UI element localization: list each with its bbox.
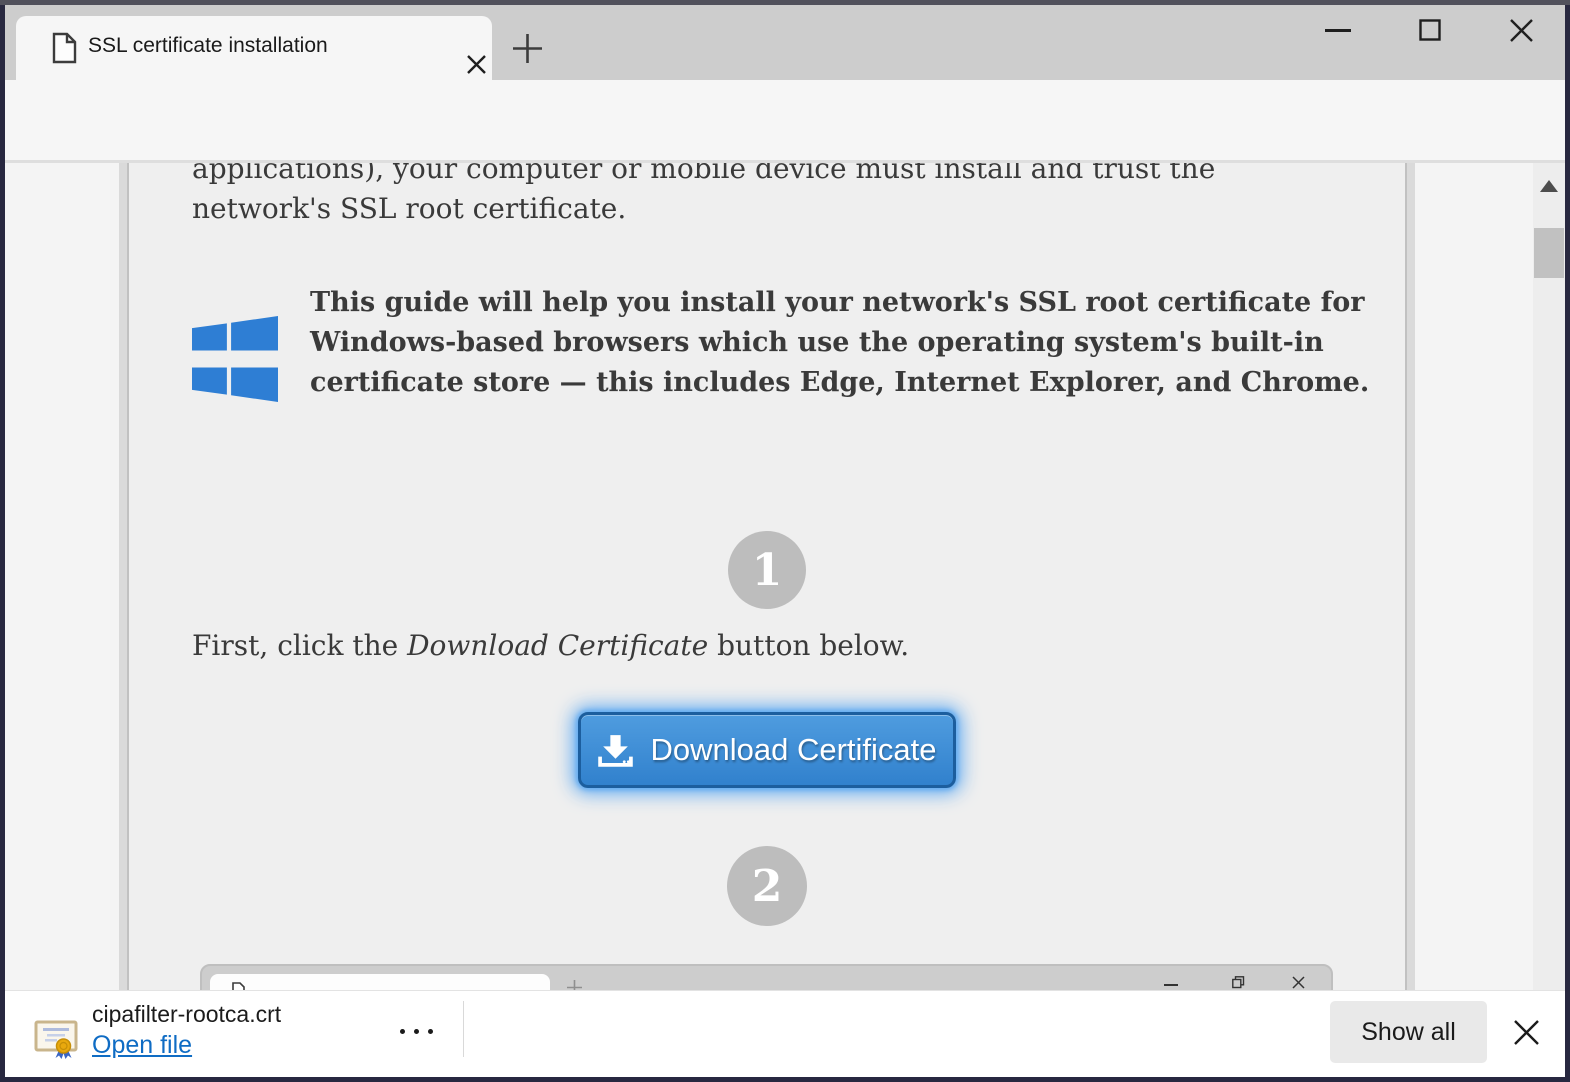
certificate-file-icon xyxy=(33,1014,79,1060)
maximize-icon[interactable] xyxy=(1419,19,1441,41)
minimize-icon[interactable] xyxy=(1325,29,1351,32)
download-more-icon[interactable] xyxy=(400,1029,433,1034)
tab-close-icon[interactable] xyxy=(466,54,487,75)
scroll-up-icon[interactable] xyxy=(1540,180,1558,192)
windows-logo xyxy=(192,316,278,402)
page-icon xyxy=(52,32,77,64)
restore-icon xyxy=(1232,976,1245,989)
show-all-button[interactable]: Show all xyxy=(1330,1001,1487,1063)
browser-window: SSL certificate installation xyxy=(0,0,1570,1082)
page-icon xyxy=(232,982,245,990)
toolbar: https://portal.cipafilter.com/ssl/window… xyxy=(0,80,1570,160)
guide-paragraph: This guide will help you install your ne… xyxy=(310,283,1390,403)
new-tab-icon[interactable] xyxy=(511,32,544,65)
download-filename: cipafilter-rootca.crt xyxy=(92,1001,281,1028)
step-1-emphasis: Download Certificate xyxy=(407,629,708,662)
window-close-icon[interactable] xyxy=(1509,18,1534,43)
tab-title: SSL certificate installation xyxy=(88,34,328,58)
step-2-badge: 2 xyxy=(727,846,807,926)
scrollbar-thumb[interactable] xyxy=(1534,228,1564,278)
intro-paragraph: applications), your computer or mobile d… xyxy=(192,163,1272,229)
new-tab-icon xyxy=(567,980,582,990)
content-edge-left xyxy=(119,163,127,990)
shelf-divider xyxy=(463,1001,464,1057)
minimize-icon xyxy=(1164,984,1178,986)
step-1-instruction: First, click the Download Certificate bu… xyxy=(192,626,1292,666)
embedded-screenshot-tab xyxy=(210,974,550,990)
step-2-number: 2 xyxy=(752,861,783,912)
step-1-badge: 1 xyxy=(728,531,806,609)
open-file-link[interactable]: Open file xyxy=(92,1031,192,1060)
browser-tab[interactable]: SSL certificate installation xyxy=(16,16,492,80)
tab-bar: SSL certificate installation xyxy=(0,0,1570,80)
close-icon xyxy=(1292,976,1305,989)
download-certificate-button[interactable]: Download Certificate xyxy=(578,712,956,788)
step-1-number: 1 xyxy=(752,545,783,596)
download-bar: cipafilter-rootca.crt Open file Show all xyxy=(0,990,1570,1082)
shelf-close-icon[interactable] xyxy=(1513,1019,1540,1046)
scrollbar[interactable] xyxy=(1533,163,1565,990)
page-viewport: applications), your computer or mobile d… xyxy=(0,163,1570,990)
download-icon xyxy=(597,734,634,767)
content-edge-right xyxy=(1407,163,1415,990)
embedded-screenshot-window xyxy=(200,964,1333,990)
download-button-label: Download Certificate xyxy=(650,732,936,768)
